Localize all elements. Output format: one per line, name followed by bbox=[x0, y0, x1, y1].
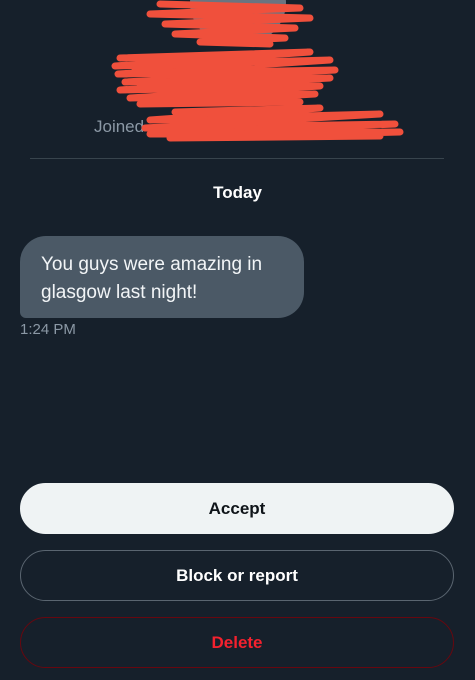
block-or-report-button-label: Block or report bbox=[176, 565, 298, 585]
message-timestamp: 1:24 PM bbox=[20, 321, 76, 338]
date-separator: Today bbox=[213, 183, 262, 202]
accept-button-label: Accept bbox=[208, 498, 266, 518]
message-request-screen: Joined Today You guys were amazing in gl… bbox=[0, 0, 475, 680]
received-message-bubble[interactable]: You guys were amazing in glasgow last ni… bbox=[20, 236, 304, 318]
delete-button[interactable]: Delete bbox=[20, 617, 454, 668]
accept-button[interactable]: Accept bbox=[20, 483, 454, 534]
header-divider bbox=[30, 158, 444, 159]
joined-date-text: Joined bbox=[94, 117, 145, 136]
delete-button-label: Delete bbox=[211, 632, 263, 652]
profile-avatar[interactable] bbox=[190, 0, 286, 46]
block-or-report-button[interactable]: Block or report bbox=[20, 550, 454, 601]
